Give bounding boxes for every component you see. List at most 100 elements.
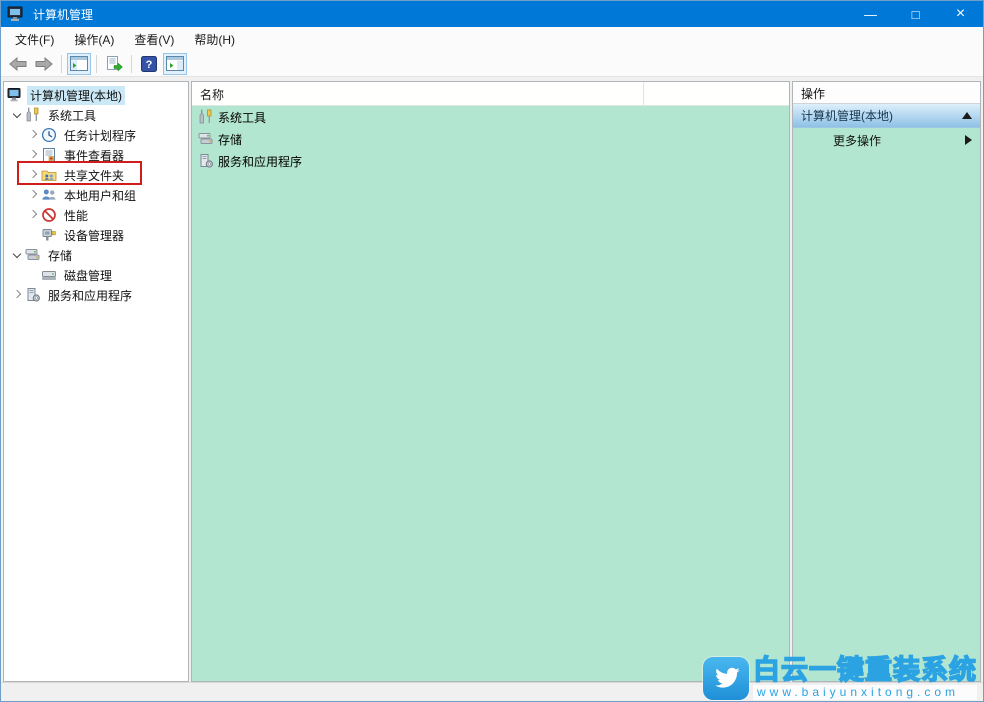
services-icon	[25, 287, 41, 303]
tree-item-label: 存储	[45, 246, 75, 265]
show-console-tree-button[interactable]	[67, 53, 91, 75]
list-item-label: 系统工具	[218, 109, 266, 126]
tree-item-label: 磁盘管理	[61, 266, 115, 285]
chevron-down-icon[interactable]	[10, 108, 25, 123]
collapse-icon[interactable]	[962, 112, 972, 119]
menu-action[interactable]: 操作(A)	[64, 27, 124, 52]
tree-item-device-manager[interactable]: 设备管理器	[4, 225, 188, 245]
tree-item-computer-management[interactable]: 计算机管理(本地)	[4, 85, 188, 105]
tree-item-label: 事件查看器	[61, 146, 127, 165]
toolbar-separator	[96, 55, 97, 73]
list-item-label: 服务和应用程序	[218, 153, 302, 170]
back-icon	[9, 57, 27, 71]
help-button[interactable]: ?	[137, 53, 161, 75]
tree-item-label: 本地用户和组	[61, 186, 139, 205]
tree-item-label: 计算机管理(本地)	[27, 86, 125, 105]
tree-item-storage[interactable]: 存储	[4, 245, 188, 265]
actions-pane: 操作 计算机管理(本地) 更多操作	[792, 81, 981, 682]
shared-folders-icon	[41, 167, 57, 183]
back-button[interactable]	[6, 53, 30, 75]
svg-text:?: ?	[146, 59, 153, 71]
show-action-pane-icon	[166, 56, 184, 71]
tree-item-services-applications[interactable]: 服务和应用程序	[4, 285, 188, 305]
submenu-arrow-icon	[965, 135, 972, 145]
forward-button[interactable]	[32, 53, 56, 75]
chevron-right-icon[interactable]	[10, 288, 25, 303]
menu-view[interactable]: 查看(V)	[124, 27, 184, 52]
watermark-brand: 白云一键重装系统	[753, 656, 977, 685]
maximize-icon: □	[912, 7, 920, 22]
tree-item-system-tools[interactable]: 系统工具	[4, 105, 188, 125]
titlebar: 计算机管理 — □ ×	[1, 1, 983, 27]
toolbar: ?	[1, 51, 983, 77]
event-viewer-icon	[41, 147, 57, 163]
tree-item-local-users-groups[interactable]: 本地用户和组	[4, 185, 188, 205]
minimize-icon: —	[864, 7, 877, 22]
actions-group-label: 计算机管理(本地)	[801, 107, 962, 124]
list-item-storage[interactable]: 存储	[192, 128, 789, 150]
tree-item-task-scheduler[interactable]: 任务计划程序	[4, 125, 188, 145]
chevron-right-icon[interactable]	[26, 128, 41, 143]
more-actions-label: 更多操作	[833, 132, 965, 149]
computer-icon	[7, 87, 23, 103]
items-list-panel: 名称 系统工具	[191, 81, 790, 682]
toolbar-separator	[61, 55, 62, 73]
tree-item-label: 任务计划程序	[61, 126, 139, 145]
chevron-right-icon[interactable]	[26, 208, 41, 223]
device-manager-icon	[41, 227, 57, 243]
tree-item-label: 系统工具	[45, 106, 99, 125]
forward-icon	[35, 57, 53, 71]
watermark-url: www.baiyunxitong.com	[753, 685, 977, 700]
storage-icon	[25, 247, 41, 263]
close-button[interactable]: ×	[938, 1, 983, 27]
services-icon	[198, 153, 214, 169]
minimize-button[interactable]: —	[848, 1, 893, 27]
menu-help[interactable]: 帮助(H)	[184, 27, 245, 52]
chevron-right-icon[interactable]	[26, 188, 41, 203]
console-tree-panel: 计算机管理(本地) 系统工具	[3, 81, 189, 682]
list-item-system-tools[interactable]: 系统工具	[192, 106, 789, 128]
tree-item-performance[interactable]: 性能	[4, 205, 188, 225]
list-item-label: 存储	[218, 131, 242, 148]
window-title: 计算机管理	[33, 6, 848, 23]
chevron-right-icon[interactable]	[26, 168, 41, 183]
chevron-right-icon[interactable]	[26, 148, 41, 163]
local-users-icon	[41, 187, 57, 203]
more-actions-item[interactable]: 更多操作	[793, 128, 980, 152]
menubar: 文件(F) 操作(A) 查看(V) 帮助(H)	[1, 27, 983, 51]
list-column-header-row: 名称	[192, 82, 789, 106]
main-area: 计算机管理(本地) 系统工具	[1, 78, 983, 682]
tree-item-event-viewer[interactable]: 事件查看器	[4, 145, 188, 165]
expander-placeholder	[26, 268, 41, 283]
performance-icon	[41, 207, 57, 223]
task-scheduler-icon	[41, 127, 57, 143]
expander-placeholder	[26, 228, 41, 243]
storage-icon	[198, 131, 214, 147]
show-action-pane-button[interactable]	[163, 53, 187, 75]
computer-icon	[7, 6, 25, 22]
tree-item-label: 服务和应用程序	[45, 286, 135, 305]
watermark-text: 白云一键重装系统 www.baiyunxitong.com	[753, 656, 977, 700]
tree-item-disk-management[interactable]: 磁盘管理	[4, 265, 188, 285]
bird-logo-icon	[703, 657, 749, 700]
chevron-down-icon[interactable]	[10, 248, 25, 263]
column-header-name[interactable]: 名称	[192, 82, 644, 105]
menu-file[interactable]: 文件(F)	[5, 27, 64, 52]
tree-item-label: 共享文件夹	[61, 166, 127, 185]
show-console-tree-icon	[70, 56, 88, 71]
disk-management-icon	[41, 267, 57, 283]
export-list-icon	[105, 56, 123, 71]
actions-group-computer-management[interactable]: 计算机管理(本地)	[793, 104, 980, 128]
column-header-blank[interactable]	[644, 82, 660, 105]
toolbar-separator	[131, 55, 132, 73]
actions-pane-title: 操作	[793, 82, 980, 104]
watermark: 白云一键重装系统 www.baiyunxitong.com	[703, 656, 977, 700]
list-item-services-applications[interactable]: 服务和应用程序	[192, 150, 789, 172]
tools-icon	[198, 109, 214, 125]
export-list-button[interactable]	[102, 53, 126, 75]
maximize-button[interactable]: □	[893, 1, 938, 27]
help-icon: ?	[141, 56, 157, 72]
tree-item-label: 性能	[61, 206, 91, 225]
tools-icon	[25, 107, 41, 123]
tree-item-shared-folders[interactable]: 共享文件夹	[4, 165, 188, 185]
